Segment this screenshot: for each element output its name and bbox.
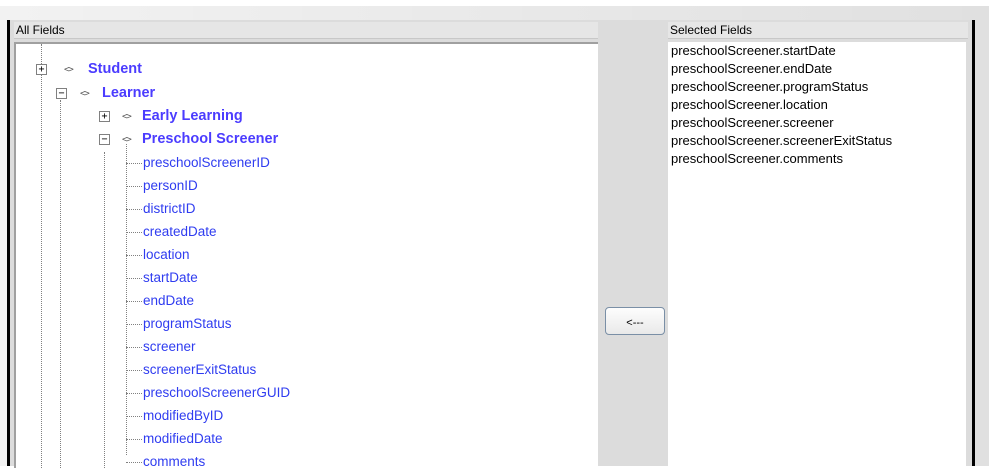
tree-node-preschool-screener[interactable]: Preschool Screener [142,131,278,147]
field-modifiedDate[interactable]: modifiedDate [143,431,223,446]
selected-fields-list[interactable]: preschoolScreener.startDate preschoolScr… [668,42,966,466]
expand-student-icon[interactable]: + [36,64,47,75]
field-modifiedByID[interactable]: modifiedByID [143,408,223,423]
selected-field-item[interactable]: preschoolScreener.location [668,96,966,114]
remove-field-button[interactable]: <--- [605,307,665,335]
selected-fields-header: Selected Fields [668,22,968,39]
tree-node-learner[interactable]: Learner [102,85,155,101]
tree-guide-line [104,152,105,468]
field-preschoolScreenerID[interactable]: preschoolScreenerID [143,155,270,170]
all-fields-header: All Fields [14,22,598,39]
collapse-preschool-screener-icon[interactable]: − [99,134,110,145]
tree-branch-line [126,393,142,394]
selected-field-item[interactable]: preschoolScreener.endDate [668,60,966,78]
collapse-learner-icon[interactable]: − [56,88,67,99]
selected-field-item[interactable]: preschoolScreener.startDate [668,42,966,60]
tree-branch-line [126,462,142,463]
field-location[interactable]: location [143,247,190,262]
selected-field-item[interactable]: preschoolScreener.screener [668,114,966,132]
tree-branch-line [126,209,142,210]
field-startDate[interactable]: startDate [143,270,198,285]
tree-branch-line [126,347,142,348]
tree-branch-line [126,255,142,256]
tree-branch-line [126,301,142,302]
tree-guide-line [126,144,127,455]
tree-guide-line [60,100,61,468]
field-screener[interactable]: screener [143,339,196,354]
object-tag-icon: <> [80,89,90,99]
field-districtID[interactable]: districtID [143,201,196,216]
tree-branch-line [126,278,142,279]
selected-field-item[interactable]: preschoolScreener.programStatus [668,78,966,96]
expand-early-learning-icon[interactable]: + [99,111,110,122]
tree-branch-line [126,324,142,325]
selected-field-item[interactable]: preschoolScreener.comments [668,150,966,168]
field-screenerExitStatus[interactable]: screenerExitStatus [143,362,256,377]
object-tag-icon: <> [122,135,132,145]
tree-branch-line [126,439,142,440]
tree-guide-line [41,44,42,468]
field-createdDate[interactable]: createdDate [143,224,217,239]
tree-branch-line [126,186,142,187]
field-preschoolScreenerGUID[interactable]: preschoolScreenerGUID [143,385,290,400]
object-tag-icon: <> [122,112,132,122]
tree-branch-line [126,416,142,417]
selected-field-item[interactable]: preschoolScreener.screenerExitStatus [668,132,966,150]
tree-branch-line [126,163,142,164]
tree-branch-line [126,370,142,371]
field-personID[interactable]: personID [143,178,198,193]
tree-node-early-learning[interactable]: Early Learning [142,108,243,124]
tree-branch-line [126,232,142,233]
tree-node-student[interactable]: Student [88,61,142,77]
all-fields-tree[interactable]: + <> Student − <> Learner + <> Early Lea… [14,42,598,468]
object-tag-icon: <> [64,65,74,75]
field-programStatus[interactable]: programStatus [143,316,232,331]
field-endDate[interactable]: endDate [143,293,194,308]
